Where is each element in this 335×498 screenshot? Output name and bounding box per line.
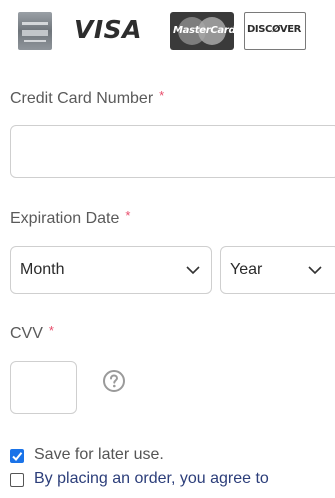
credit-card-label: Credit Card Number * (10, 88, 164, 108)
cvv-input[interactable] (10, 361, 77, 414)
terms-label: By placing an order, you agree to (34, 470, 269, 487)
expiration-date-label-text: Expiration Date (10, 210, 120, 227)
visa-logo-icon: VISA (74, 15, 143, 44)
discover-logo-text: DISCØVER (247, 24, 301, 35)
expiration-year-value: Year (230, 261, 263, 278)
accepted-cards: VISA MasterCard DISCØVER (18, 8, 333, 52)
credit-card-label-text: Credit Card Number (10, 90, 154, 107)
credit-card-number-input[interactable] (10, 125, 335, 178)
required-marker: * (159, 88, 165, 103)
cvv-label-text: CVV (10, 325, 43, 342)
question-circle-icon[interactable] (102, 369, 126, 393)
cvv-label: CVV * (10, 323, 54, 343)
chevron-down-icon (186, 266, 200, 275)
expiration-month-value: Month (20, 261, 65, 278)
save-for-later-checkbox[interactable] (10, 449, 24, 463)
expiration-year-select[interactable]: Year (220, 246, 335, 294)
chevron-down-icon (308, 266, 322, 275)
terms-checkbox[interactable] (10, 473, 24, 487)
mastercard-logo-icon: MasterCard (170, 12, 234, 50)
required-marker: * (48, 323, 54, 338)
discover-logo-icon: DISCØVER (244, 12, 306, 50)
mastercard-logo-text: MasterCard (173, 25, 234, 36)
expiration-date-label: Expiration Date * (10, 208, 130, 228)
expiration-month-select[interactable]: Month (10, 246, 212, 294)
checkmark-icon (12, 452, 23, 461)
required-marker: * (125, 208, 131, 223)
save-for-later-label: Save for later use. (34, 446, 164, 463)
amex-card-icon (18, 12, 52, 50)
